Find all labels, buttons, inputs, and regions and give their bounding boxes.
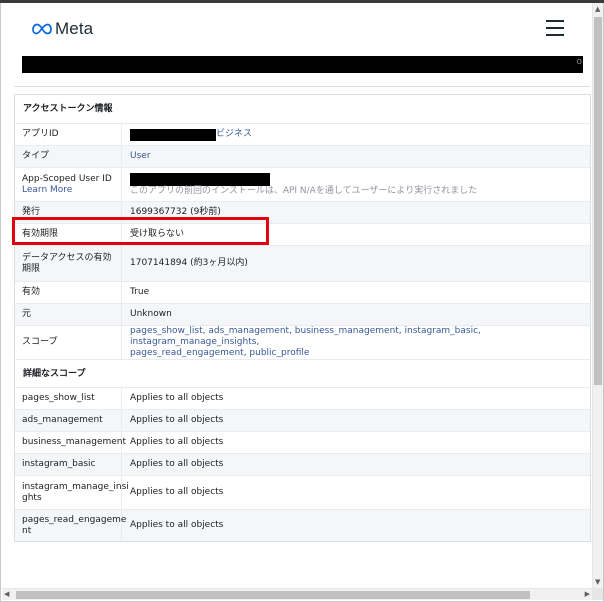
- origin-label: 元: [15, 304, 122, 325]
- row-user-id: App-Scoped User ID Learn More このアプリの前回のイ…: [15, 167, 590, 201]
- granular-scope-name: business_management: [15, 432, 126, 453]
- row-origin: 元 Unknown: [15, 303, 590, 325]
- window-top-border: [0, 0, 604, 3]
- row-scopes: スコープ pages_show_list, ads_management, bu…: [15, 325, 590, 359]
- scroll-right-arrow-icon[interactable]: ▶: [585, 590, 590, 598]
- granular-scope-name-line1: instagram_manage_insi: [22, 481, 129, 492]
- row-type: タイプ User: [15, 145, 590, 167]
- granular-scope-target: Applies to all objects: [130, 415, 224, 425]
- horizontal-scroll-thumb[interactable]: [16, 591, 530, 599]
- table-row: business_management Applies to all objec…: [15, 431, 590, 453]
- valid-value: True: [130, 287, 150, 297]
- type-label: タイプ: [15, 146, 122, 167]
- table-row: instagram_manage_insi ghts Applies to al…: [15, 475, 590, 509]
- row-valid: 有効 True: [15, 281, 590, 303]
- scroll-down-arrow-icon[interactable]: ▼: [595, 578, 600, 586]
- granular-scope-name-line2: nt: [22, 525, 32, 536]
- vertical-scroll-thumb[interactable]: [594, 17, 602, 385]
- app-id-label: アプリID: [15, 124, 122, 145]
- type-value-link[interactable]: User: [130, 151, 151, 162]
- table-row: instagram_basic Applies to all objects: [15, 453, 590, 475]
- granular-scope-target: Applies to all objects: [130, 520, 224, 530]
- granular-scope-name: pages_show_list: [15, 388, 122, 409]
- access-token-field-redacted[interactable]: o: [22, 56, 583, 73]
- meta-logo-text: Meta: [55, 19, 94, 38]
- app-id-redacted: [130, 128, 216, 141]
- granular-scope-target: Applies to all objects: [130, 393, 224, 403]
- granular-scope-name: instagram_basic: [15, 454, 122, 475]
- page-header: Meta: [14, 10, 590, 54]
- scopes-list-line2[interactable]: pages_read_engagement, public_profile: [130, 348, 309, 359]
- granular-scope-target: Applies to all objects: [130, 459, 224, 469]
- user-id-label: App-Scoped User ID: [22, 173, 112, 184]
- data-access-label-line2: 期限: [22, 263, 41, 274]
- meta-logo[interactable]: Meta: [32, 19, 93, 39]
- token-end-char: o: [576, 57, 582, 67]
- scroll-left-arrow-icon[interactable]: ◀: [4, 590, 9, 598]
- valid-label: 有効: [15, 282, 122, 303]
- table-row: pages_read_engageme nt Applies to all ob…: [15, 509, 590, 541]
- granular-scope-target: Applies to all objects: [130, 487, 224, 497]
- granular-scope-target: Applies to all objects: [130, 437, 224, 447]
- row-app-id: アプリID ビジネス: [15, 123, 590, 145]
- data-access-label-line1: データアクセスの有効: [22, 252, 112, 263]
- learn-more-link[interactable]: Learn More: [22, 185, 72, 196]
- user-id-redacted: [130, 172, 270, 186]
- scopes-list-line1[interactable]: pages_show_list, ads_management, busines…: [130, 326, 590, 348]
- scrollbar-corner: [592, 588, 603, 600]
- row-data-access-expires: データアクセスの有効 期限 1707141894 (約3ヶ月以内): [15, 245, 590, 281]
- data-access-value: 1707141894 (約3ヶ月以内): [130, 258, 248, 268]
- horizontal-scrollbar[interactable]: ◀ ▶: [2, 588, 592, 600]
- origin-value: Unknown: [130, 309, 172, 319]
- table-row: ads_management Applies to all objects: [15, 409, 590, 431]
- meta-infinity-icon: [32, 23, 52, 35]
- granular-scope-name: ads_management: [15, 410, 122, 431]
- table-row: pages_show_list Applies to all objects: [15, 387, 590, 409]
- user-id-note: このアプリの前回のインストールは、API N/Aを通してユーザーにより実行されま…: [130, 185, 478, 196]
- granular-scope-name-line2: ghts: [22, 492, 42, 503]
- app-name-link[interactable]: ビジネス: [216, 129, 252, 140]
- granular-scope-name-line1: pages_read_engageme: [22, 514, 127, 525]
- scroll-up-arrow-icon[interactable]: ▲: [595, 5, 600, 13]
- expires-highlight-box: [12, 217, 269, 245]
- token-info-panel: アクセストークン情報 アプリID ビジネス タイプ User App-Scope…: [14, 94, 591, 542]
- vertical-scrollbar[interactable]: ▲ ▼: [592, 3, 603, 588]
- scopes-label: スコープ: [15, 326, 122, 359]
- hamburger-menu-icon[interactable]: [546, 20, 564, 36]
- access-token-info-heading: アクセストークン情報: [15, 95, 590, 123]
- divider: [14, 86, 590, 87]
- granular-scopes-heading: 詳細なスコープ: [15, 359, 590, 387]
